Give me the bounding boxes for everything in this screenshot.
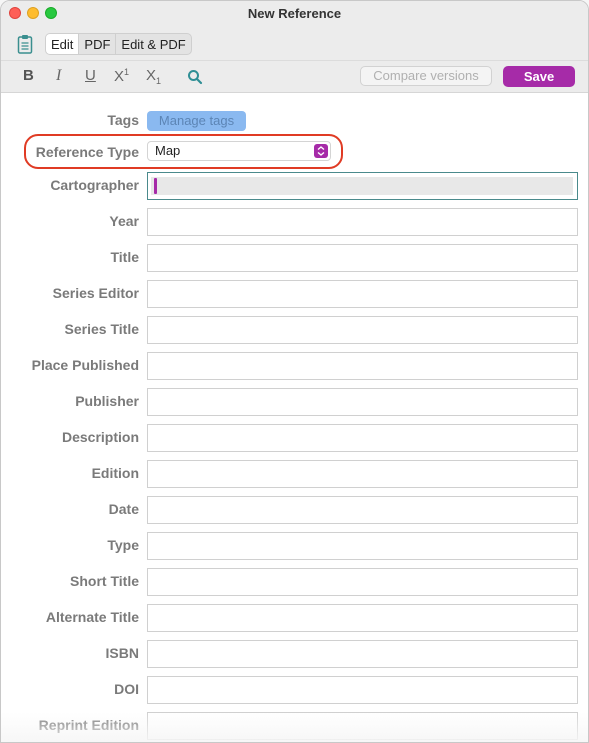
reprint-edition-label: Reprint Edition (38, 717, 139, 733)
doi-field[interactable] (147, 676, 578, 704)
subscript-mark: 1 (156, 76, 162, 86)
underline-button[interactable]: U (85, 67, 96, 84)
series-editor-label: Series Editor (52, 285, 139, 301)
series-title-field[interactable] (147, 316, 578, 344)
title-bar: New Reference (1, 1, 588, 25)
type-field[interactable] (147, 532, 578, 560)
reference-type-value: Map (155, 143, 181, 158)
publisher-label: Publisher (75, 393, 139, 409)
italic-button[interactable]: I (56, 67, 61, 85)
tab-edit[interactable]: Edit (46, 34, 80, 54)
superscript-button[interactable]: X1 (114, 67, 129, 85)
year-label: Year (109, 213, 139, 229)
window-title: New Reference (247, 6, 342, 21)
save-button[interactable]: Save (503, 66, 575, 87)
select-updown-arrows-icon (314, 144, 328, 158)
tags-label: Tags (107, 112, 139, 128)
isbn-label: ISBN (105, 645, 139, 661)
alternate-title-label: Alternate Title (45, 609, 139, 625)
type-label: Type (107, 537, 139, 553)
date-field[interactable] (147, 496, 578, 524)
series-editor-field[interactable] (147, 280, 578, 308)
cartographer-label: Cartographer (50, 177, 139, 193)
cartographer-field[interactable] (147, 172, 578, 200)
description-label: Description (61, 429, 139, 445)
place-published-field[interactable] (147, 352, 578, 380)
title-field[interactable] (147, 244, 578, 272)
reference-type-select[interactable]: Map (147, 141, 331, 161)
series-title-label: Series Title (64, 321, 139, 337)
alternate-title-field[interactable] (147, 604, 578, 632)
edition-field[interactable] (147, 460, 578, 488)
subscript-button[interactable]: X1 (146, 67, 161, 86)
subscript-base: X (146, 67, 157, 84)
manage-tags-button[interactable]: Manage tags (147, 111, 246, 131)
clipboard-icon[interactable] (17, 34, 33, 54)
mode-toolbar: Edit PDF Edit & PDF (1, 25, 588, 61)
cartographer-input-area[interactable] (151, 177, 573, 195)
reprint-edition-field[interactable] (147, 712, 578, 740)
year-field[interactable] (147, 208, 578, 236)
format-toolbar: B I U X1 X1 Compare versions Save (1, 61, 588, 93)
short-title-label: Short Title (70, 573, 139, 589)
reference-type-label: Reference Type (35, 144, 139, 160)
short-title-field[interactable] (147, 568, 578, 596)
tab-pdf[interactable]: PDF (79, 34, 117, 54)
title-label: Title (110, 249, 139, 265)
isbn-field[interactable] (147, 640, 578, 668)
tab-edit-and-pdf[interactable]: Edit & PDF (116, 34, 190, 54)
search-icon[interactable] (187, 69, 203, 85)
compare-versions-button[interactable]: Compare versions (360, 66, 492, 86)
doi-label: DOI (114, 681, 139, 697)
place-published-label: Place Published (31, 357, 139, 373)
new-reference-window: New Reference Edit PDF Edit & PDF B I U … (0, 0, 589, 743)
text-caret (154, 178, 157, 194)
reference-form: Tags Manage tags Reference Type Map Cart… (1, 93, 588, 742)
superscript-mark: 1 (124, 67, 130, 77)
publisher-field[interactable] (147, 388, 578, 416)
bold-button[interactable]: B (23, 67, 34, 84)
date-label: Date (108, 501, 139, 517)
edition-label: Edition (91, 465, 139, 481)
superscript-base: X (114, 68, 125, 85)
description-field[interactable] (147, 424, 578, 452)
view-mode-segmented-control: Edit PDF Edit & PDF (45, 33, 192, 55)
